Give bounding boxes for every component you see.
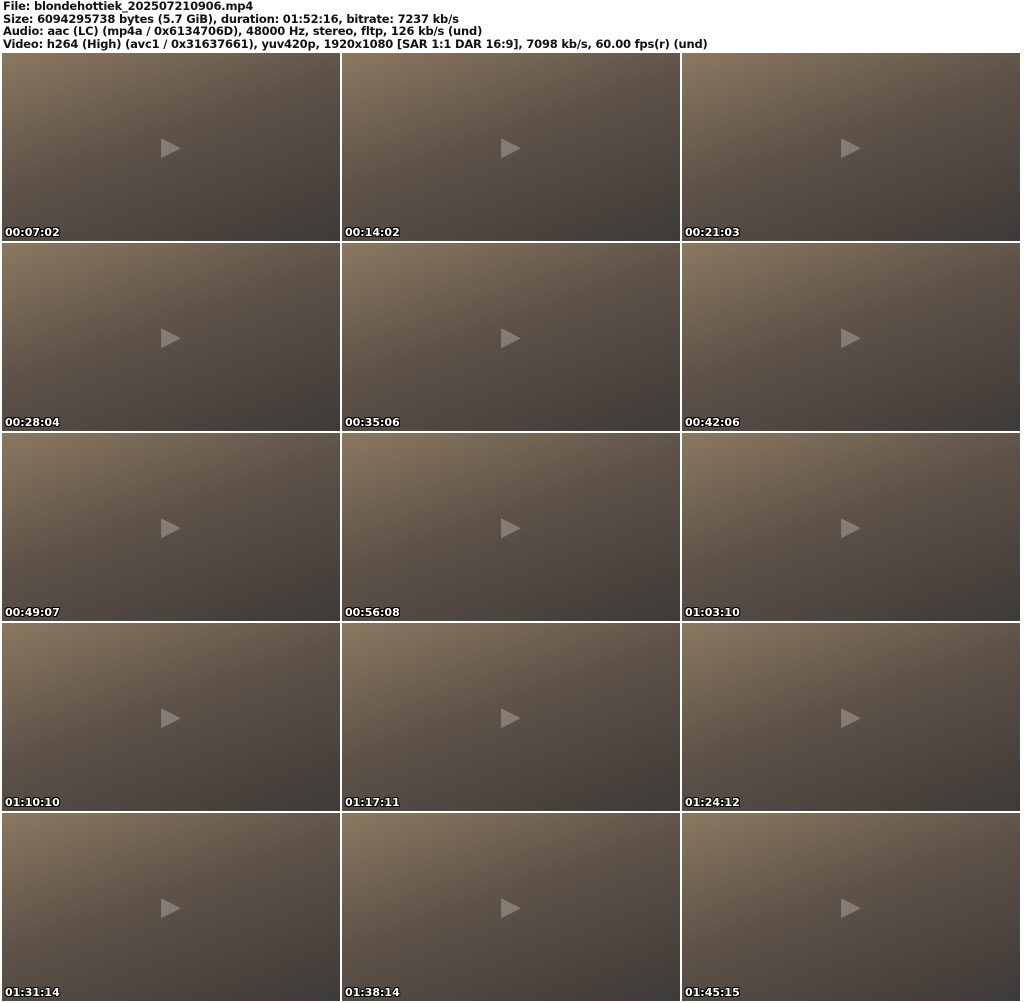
video-frame-thumbnail[interactable]: ▶ 00:49:07	[2, 433, 340, 621]
video-frame-placeholder-icon: ▶	[501, 892, 521, 922]
video-frame-thumbnail[interactable]: ▶ 01:45:15	[682, 813, 1020, 1001]
frame-timestamp: 00:28:04	[5, 416, 60, 429]
video-frame-thumbnail[interactable]: ▶ 00:28:04	[2, 243, 340, 431]
frame-timestamp: 01:10:10	[5, 796, 60, 809]
frame-timestamp: 01:17:11	[345, 796, 400, 809]
video-frame-placeholder-icon: ▶	[161, 132, 181, 162]
file-name: File: blondehottiek_202507210906.mp4	[3, 0, 254, 13]
audio-info: Audio: aac (LC) (mp4a / 0x6134706D), 480…	[3, 24, 483, 38]
frame-timestamp: 00:14:02	[345, 226, 400, 239]
video-frame-placeholder-icon: ▶	[841, 702, 861, 732]
thumbnail-grid: ▶ 00:07:02 ▶ 00:14:02 ▶ 00:21:03 ▶ 00:28:04 ▶ 00:…	[2, 53, 1020, 1001]
frame-timestamp: 01:45:15	[685, 986, 740, 999]
video-frame-placeholder-icon: ▶	[501, 702, 521, 732]
frame-timestamp: 00:42:06	[685, 416, 740, 429]
video-frame-thumbnail[interactable]: ▶ 01:38:14	[342, 813, 680, 1001]
video-frame-thumbnail[interactable]: ▶ 01:24:12	[682, 623, 1020, 811]
video-frame-thumbnail[interactable]: ▶ 00:35:06	[342, 243, 680, 431]
video-frame-thumbnail[interactable]: ▶ 00:07:02	[2, 53, 340, 241]
video-frame-thumbnail[interactable]: ▶ 00:21:03	[682, 53, 1020, 241]
frame-timestamp: 00:21:03	[685, 226, 740, 239]
video-info: Video: h264 (High) (avc1 / 0x31637661), …	[3, 36, 708, 51]
frame-timestamp: 00:07:02	[5, 226, 60, 239]
frame-timestamp: 00:49:07	[5, 606, 60, 619]
video-frame-placeholder-icon: ▶	[161, 892, 181, 922]
video-frame-placeholder-icon: ▶	[161, 512, 181, 542]
video-frame-thumbnail[interactable]: ▶ 00:42:06	[682, 243, 1020, 431]
file-info-header: File: blondehottiek_202507210906.mp4 Siz…	[3, 0, 708, 50]
video-frame-placeholder-icon: ▶	[841, 892, 861, 922]
video-frame-placeholder-icon: ▶	[841, 512, 861, 542]
frame-timestamp: 01:03:10	[685, 606, 740, 619]
video-frame-placeholder-icon: ▶	[841, 322, 861, 352]
video-frame-placeholder-icon: ▶	[161, 322, 181, 352]
video-frame-placeholder-icon: ▶	[501, 132, 521, 162]
video-frame-placeholder-icon: ▶	[161, 702, 181, 732]
video-frame-thumbnail[interactable]: ▶ 00:14:02	[342, 53, 680, 241]
frame-timestamp: 01:38:14	[345, 986, 400, 999]
video-frame-thumbnail[interactable]: ▶ 01:10:10	[2, 623, 340, 811]
video-frame-thumbnail[interactable]: ▶ 01:31:14	[2, 813, 340, 1001]
frame-timestamp: 00:35:06	[345, 416, 400, 429]
video-frame-placeholder-icon: ▶	[501, 512, 521, 542]
frame-timestamp: 01:24:12	[685, 796, 740, 809]
video-frame-thumbnail[interactable]: ▶ 01:17:11	[342, 623, 680, 811]
video-frame-thumbnail[interactable]: ▶ 01:03:10	[682, 433, 1020, 621]
video-frame-placeholder-icon: ▶	[501, 322, 521, 352]
frame-timestamp: 00:56:08	[345, 606, 400, 619]
frame-timestamp: 01:31:14	[5, 986, 60, 999]
video-frame-thumbnail[interactable]: ▶ 00:56:08	[342, 433, 680, 621]
video-frame-placeholder-icon: ▶	[841, 132, 861, 162]
